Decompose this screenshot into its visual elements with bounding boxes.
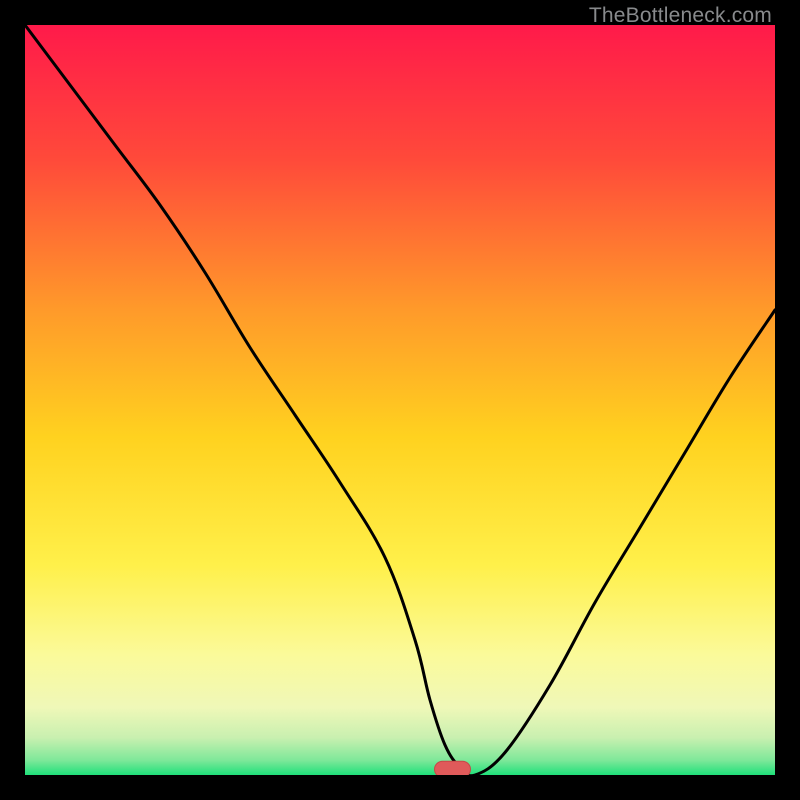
optimum-marker xyxy=(435,761,471,775)
watermark-text: TheBottleneck.com xyxy=(589,4,772,28)
chart-root: TheBottleneck.com xyxy=(0,0,800,800)
curve-layer xyxy=(25,25,775,775)
bottleneck-curve xyxy=(25,25,775,775)
plot-area xyxy=(25,25,775,775)
